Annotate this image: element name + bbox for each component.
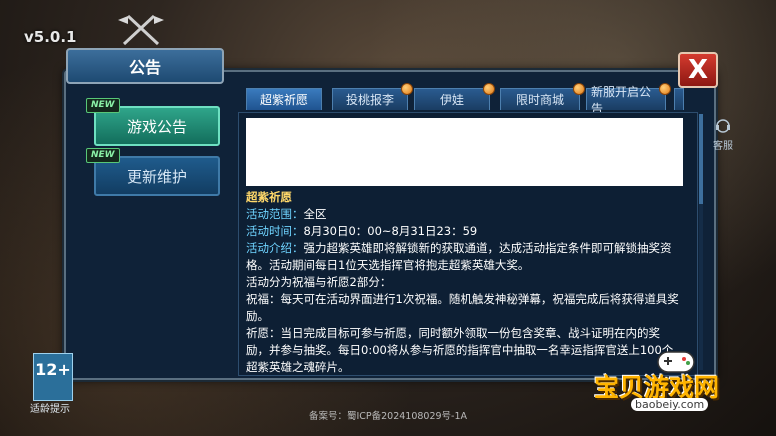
tab-super-purple-wish[interactable]: 超紫祈愿 — [246, 88, 322, 110]
customer-service-label: 客服 — [713, 141, 733, 152]
article-text: 超紫祈愿 活动范围：全区 活动时间：8月30日0：00~8月31日23：59 活… — [246, 189, 682, 376]
scope-value: 全区 — [303, 207, 327, 221]
parts-text: 活动分为祝福与祈愿2部分： — [246, 275, 392, 289]
sidebar-item-label: 游戏公告 — [126, 117, 187, 136]
notification-dot-icon — [659, 83, 671, 95]
scope-label: 活动范围： — [246, 207, 304, 221]
tab-label: 伊娃 — [439, 93, 464, 107]
gamepad-icon — [657, 351, 695, 373]
version-label: v5.0.1 — [24, 28, 77, 46]
sidebar: 游戏公告 NEW 更新维护 NEW — [80, 90, 232, 370]
close-button[interactable]: X — [678, 52, 718, 88]
bless-text: 祝福：每天可在活动界面进行1次祝福。随机触发神秘弹幕，祝福完成后将获得道具奖励。 — [246, 292, 679, 323]
close-icon: X — [687, 55, 709, 85]
panel-title: 公告 — [66, 48, 224, 84]
new-badge: NEW — [86, 148, 120, 163]
customer-service-button[interactable]: 客服 — [710, 118, 736, 152]
age-rating-text: 12+ — [35, 360, 71, 379]
tab-eva[interactable]: 伊娃 — [414, 83, 495, 110]
time-value: 8月30日0：00~8月31日23：59 — [303, 224, 478, 238]
tab-new-server[interactable]: 新服开启公告 — [586, 83, 671, 116]
tab-limited-shop[interactable]: 限时商城 — [500, 83, 585, 110]
sidebar-item-label: 更新维护 — [126, 167, 187, 186]
headset-icon — [716, 119, 730, 133]
new-badge: NEW — [86, 98, 120, 113]
tab-label: 超紫祈愿 — [259, 93, 308, 107]
banner-image — [246, 118, 683, 186]
notification-dot-icon — [483, 83, 495, 95]
intro-value: 强力超紫英雄即将解锁新的获取通道，达成活动指定条件即可解锁抽奖资格。活动期间每日… — [246, 241, 672, 272]
watermark-url: baobeiy.com — [631, 398, 709, 411]
intro-label: 活动介绍： — [246, 241, 304, 255]
panel-title-text: 公告 — [128, 58, 161, 77]
time-label: 活动时间： — [246, 224, 304, 238]
tab-reciprocity[interactable]: 投桃报李 — [332, 83, 413, 110]
article-heading: 超紫祈愿 — [246, 190, 292, 204]
tab-label: 投桃报李 — [345, 93, 394, 107]
tab-label: 限时商城 — [515, 93, 564, 107]
watermark: 宝贝游戏网 baobeiy.com — [594, 351, 744, 411]
notification-dot-icon — [401, 83, 413, 95]
age-rating-badge: 12+ — [33, 353, 73, 401]
crossed-flags-icon — [118, 14, 164, 46]
notification-dot-icon — [573, 83, 585, 95]
tab-overflow[interactable] — [674, 88, 684, 110]
scrollbar-thumb[interactable] — [699, 114, 703, 204]
